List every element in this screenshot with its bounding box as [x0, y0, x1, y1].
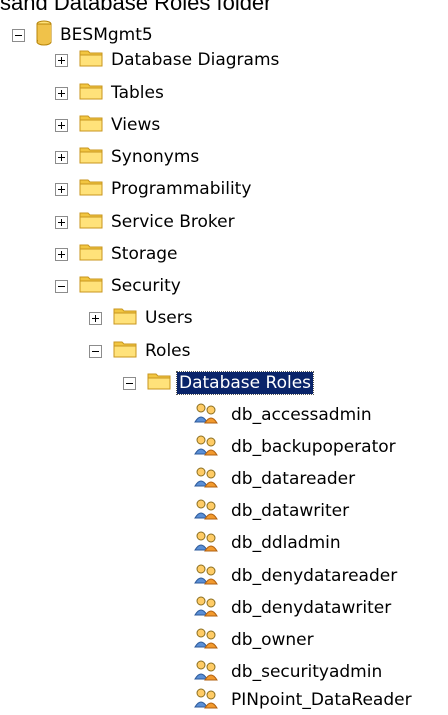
database-role-icon [193, 595, 223, 621]
tree-node-views[interactable]: Views [55, 110, 162, 140]
tree-node-label: db_datareader [231, 469, 356, 489]
tree-node-users[interactable]: Users [89, 303, 195, 333]
folder-icon [79, 243, 103, 265]
database-role-icon [193, 434, 223, 460]
tree-node-role-db-denydatawriter[interactable]: db_denydatawriter [193, 593, 393, 623]
tree-node-service-broker[interactable]: Service Broker [55, 207, 237, 237]
collapse-icon[interactable] [12, 28, 25, 42]
folder-icon [113, 307, 137, 329]
folder-icon [79, 275, 103, 297]
tree-node-security[interactable]: Security [55, 271, 183, 301]
tree-node-label: db_owner [231, 630, 314, 650]
expand-icon[interactable] [55, 182, 68, 196]
tree-node-label: db_accessadmin [231, 405, 372, 425]
tree-node-label: BESMgmt5 [60, 25, 153, 45]
tree-node-label: Tables [111, 83, 164, 103]
database-role-icon [193, 466, 223, 492]
tree-node-role-db-ddladmin[interactable]: db_ddladmin [193, 528, 343, 558]
tree-node-label: db_denydatawriter [231, 598, 392, 618]
tree-node-label: Users [145, 308, 193, 328]
tree-node-label: Database Diagrams [111, 50, 280, 70]
collapse-icon[interactable] [55, 279, 68, 293]
database-role-icon [193, 530, 223, 556]
tree-node-label: db_denydatareader [231, 566, 398, 586]
tree-node-role-db-datawriter[interactable]: db_datawriter [193, 496, 351, 526]
tree-node-label: Storage [111, 244, 178, 264]
folder-icon [79, 211, 103, 233]
expand-icon[interactable] [55, 215, 68, 229]
tree-node-label: Programmability [111, 179, 252, 199]
tree-node-role-db-datareader[interactable]: db_datareader [193, 464, 357, 494]
database-role-icon [193, 563, 223, 589]
tree-node-role-db-denydatareader[interactable]: db_denydatareader [193, 561, 399, 591]
expand-icon[interactable] [55, 247, 68, 261]
folder-icon [79, 146, 103, 168]
tree-node-storage[interactable]: Storage [55, 239, 180, 269]
folder-icon [79, 114, 103, 136]
tree-node-role-db-owner[interactable]: db_owner [193, 625, 316, 655]
tree-node-label: Roles [145, 341, 191, 361]
tree-node-role-db-securityadmin[interactable]: db_securityadmin [193, 657, 384, 687]
tree-node-role-pinpoint-datareader[interactable]: PINpoint_DataReader [193, 685, 414, 715]
folder-icon [79, 82, 103, 104]
collapse-icon[interactable] [89, 344, 102, 358]
database-icon [36, 20, 52, 50]
folder-icon [79, 178, 103, 200]
tree-node-label: db_securityadmin [231, 662, 383, 682]
expand-icon[interactable] [55, 150, 68, 164]
folder-icon [113, 340, 137, 362]
database-role-icon [193, 627, 223, 653]
tree-node-label: db_ddladmin [231, 533, 341, 553]
expand-icon[interactable] [89, 311, 102, 325]
expand-icon[interactable] [55, 118, 68, 132]
tree-node-role-db-accessadmin[interactable]: db_accessadmin [193, 400, 374, 430]
database-role-icon [193, 402, 223, 428]
tree-node-label: Views [111, 115, 161, 135]
object-explorer-tree: BESMgmt5 Database Diagrams Tables Views … [0, 0, 448, 715]
tree-node-database-diagrams[interactable]: Database Diagrams [55, 45, 281, 75]
tree-node-label: Service Broker [111, 212, 235, 232]
tree-node-label: Synonyms [111, 147, 200, 167]
expand-icon[interactable] [55, 53, 68, 67]
folder-icon [147, 372, 171, 394]
tree-node-label: db_backupoperator [231, 437, 396, 457]
expand-icon[interactable] [55, 86, 68, 100]
tree-node-label-selected: Database Roles [175, 371, 315, 395]
database-role-icon [193, 498, 223, 524]
tree-node-programmability[interactable]: Programmability [55, 174, 253, 204]
database-role-icon [193, 687, 223, 713]
database-role-icon [193, 659, 223, 685]
tree-node-role-db-backupoperator[interactable]: db_backupoperator [193, 432, 398, 462]
tree-node-roles[interactable]: Roles [89, 336, 193, 366]
tree-node-label: db_datawriter [231, 501, 350, 521]
collapse-icon[interactable] [123, 376, 136, 390]
tree-node-synonyms[interactable]: Synonyms [55, 142, 201, 172]
tree-node-tables[interactable]: Tables [55, 78, 166, 108]
tree-node-database-roles[interactable]: Database Roles [123, 368, 315, 398]
tree-node-label: Security [111, 276, 181, 296]
tree-node-label: PINpoint_DataReader [231, 690, 412, 710]
folder-icon [79, 49, 103, 71]
